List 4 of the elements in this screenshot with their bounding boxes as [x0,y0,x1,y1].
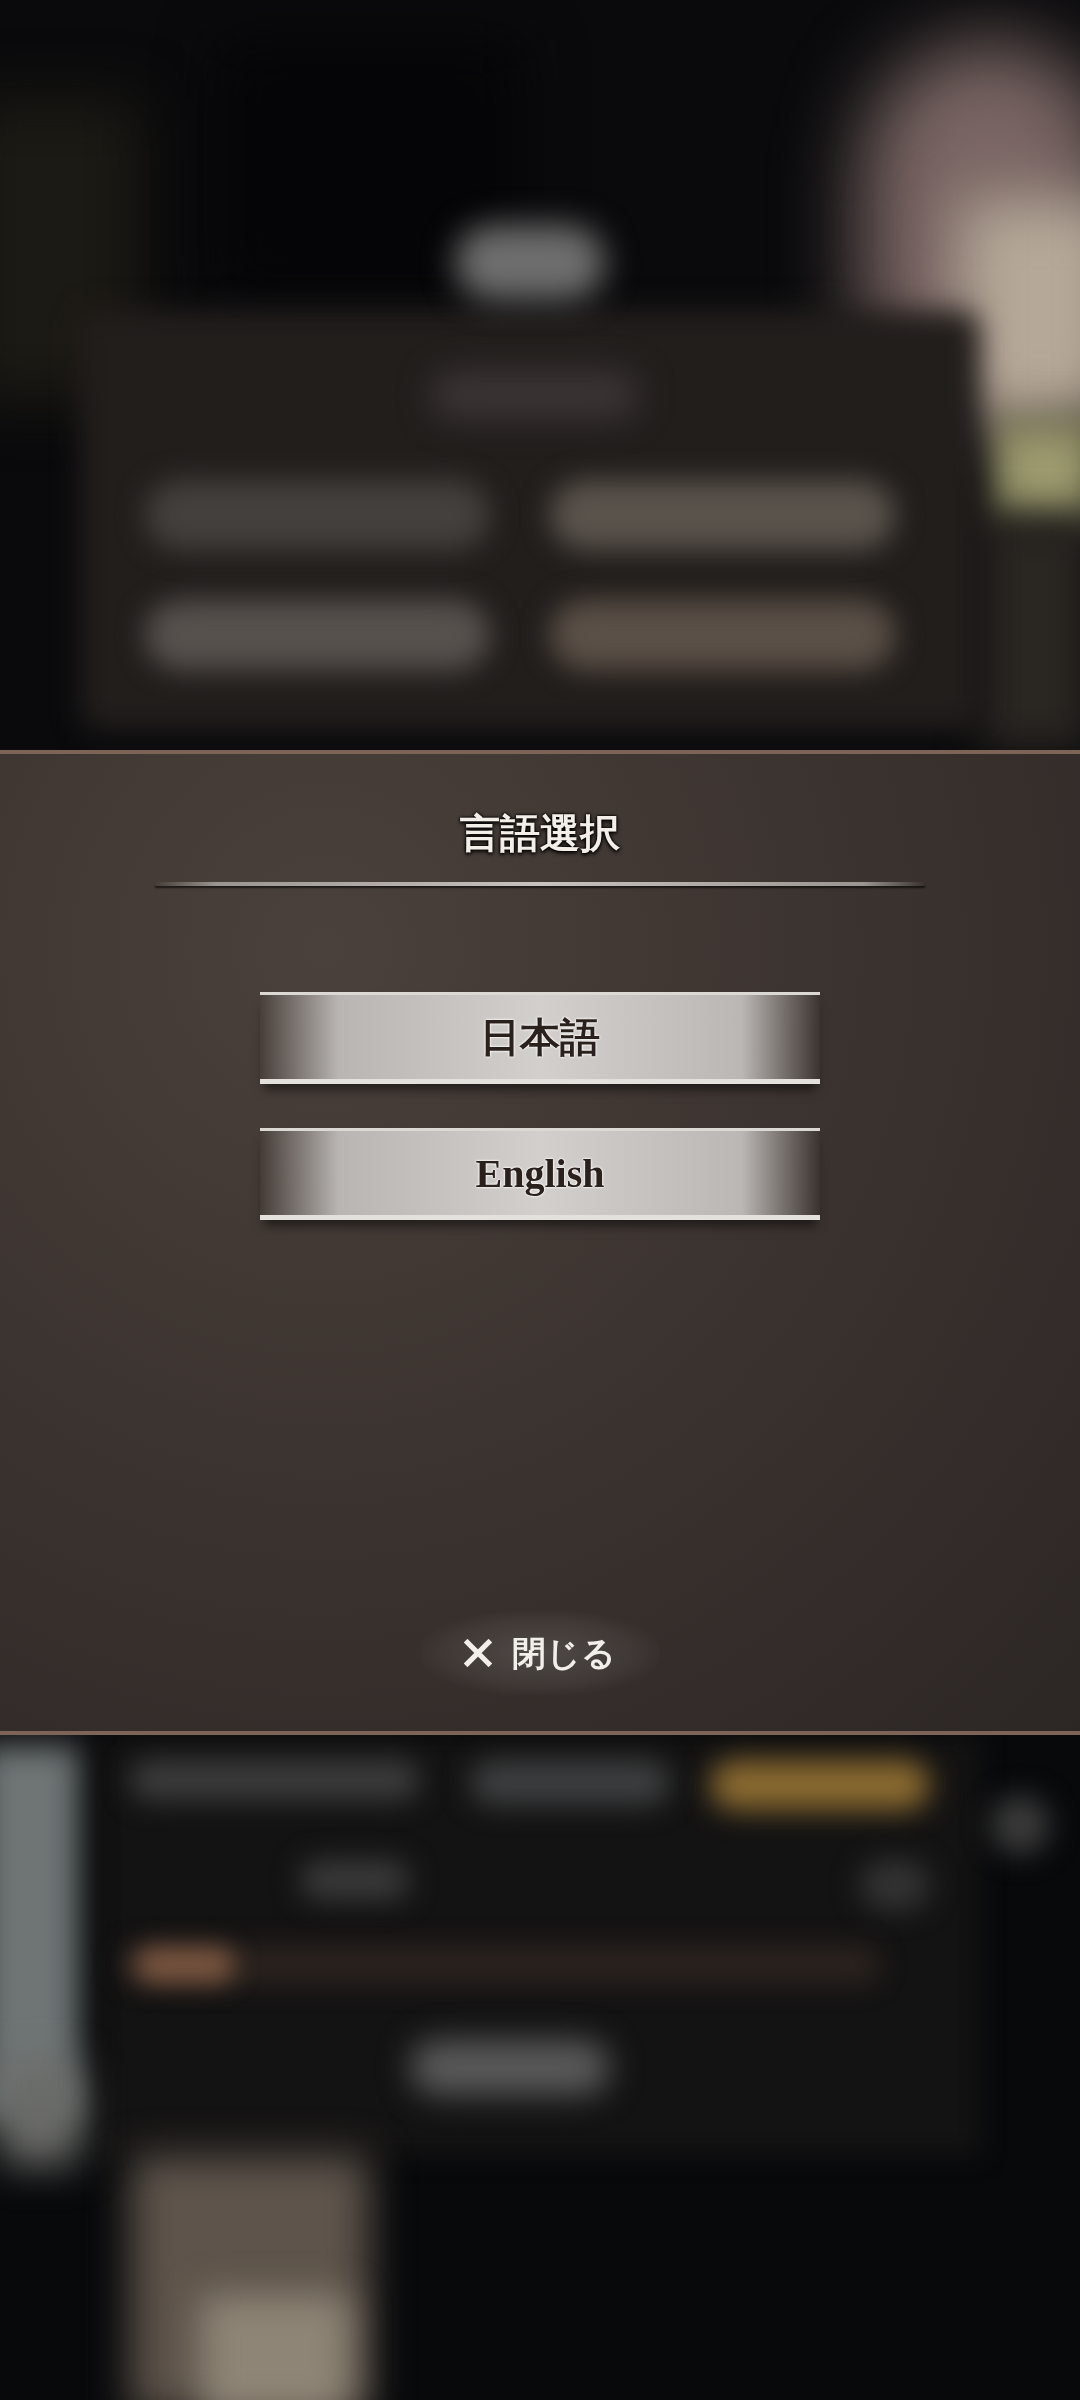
language-option-button[interactable]: 日本語 [260,992,820,1084]
close-icon [464,1639,492,1667]
language-option-button[interactable]: English [260,1128,820,1220]
dialog-title: 言語選択 [460,810,620,858]
